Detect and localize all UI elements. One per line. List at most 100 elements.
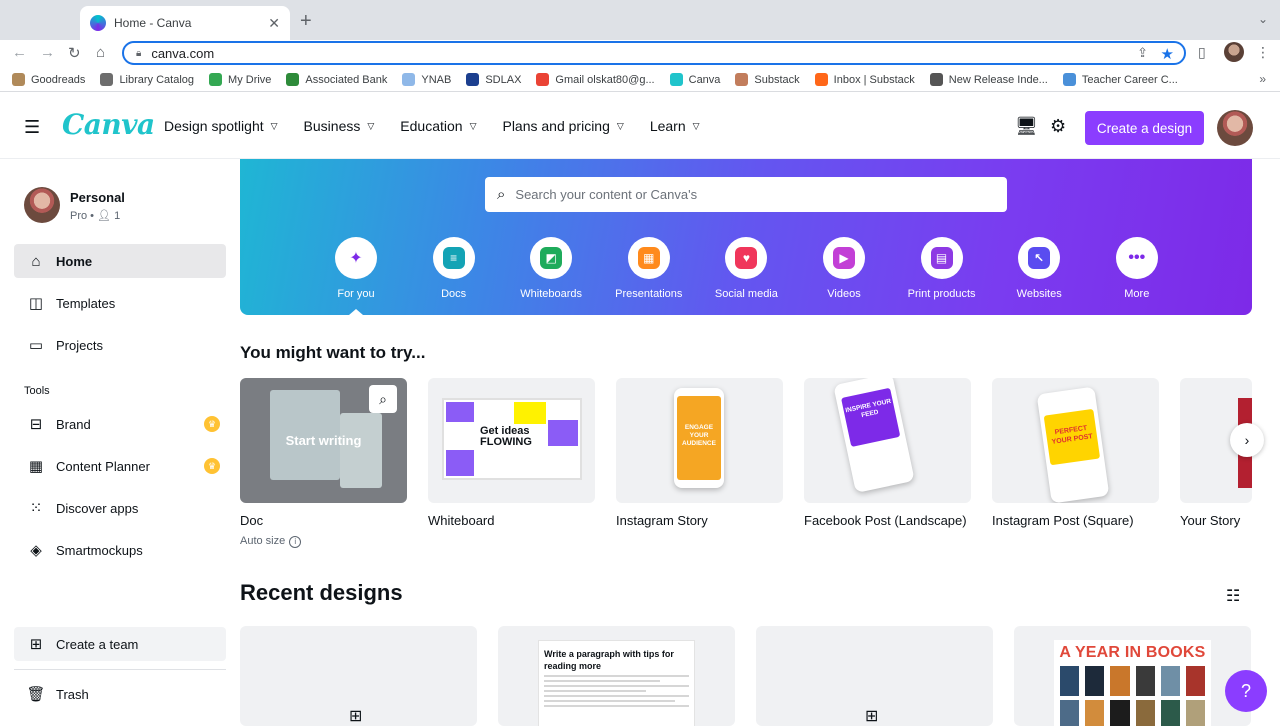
print-products-icon: ▤: [930, 247, 953, 269]
category-videos[interactable]: ▶ Videos: [794, 237, 894, 300]
recent-design-card[interactable]: A YEAR IN BOOKS: [1014, 626, 1251, 726]
bookmark-item[interactable]: My Drive: [209, 73, 271, 86]
nav-item-business[interactable]: Business ▽: [304, 118, 375, 134]
sidebar-item-content-planner[interactable]: ▦ Content Planner ♛: [14, 449, 226, 483]
bookmark-label: Goodreads: [31, 73, 86, 86]
recent-design-card[interactable]: Write a paragraph with tips for reading …: [498, 626, 735, 726]
hamburger-menu-icon[interactable]: ☰: [24, 117, 40, 138]
nav-item-design-spotlight[interactable]: Design spotlight ▽: [164, 118, 278, 134]
bookmark-item[interactable]: Goodreads: [12, 73, 85, 86]
canva-favicon-icon: [90, 15, 106, 31]
tab-search-chevron-icon[interactable]: ⌄: [1258, 12, 1268, 26]
sidebar-item-discover-apps[interactable]: ⁙ Discover apps: [14, 491, 226, 525]
category-circle: •••: [1115, 237, 1158, 279]
bookmark-label: New Release Inde...: [948, 73, 1048, 86]
info-icon[interactable]: i: [289, 536, 302, 548]
search-input[interactable]: [515, 187, 976, 202]
suggestion-card-facebook-post[interactable]: INSPIRE YOUR FEED Facebook Post (Landsca…: [804, 378, 971, 528]
pro-crown-icon: ♛: [204, 458, 220, 474]
browser-tab[interactable]: Home - Canva ✕: [80, 6, 290, 40]
suggestion-card-doc[interactable]: Start writing ⌕ Doc Auto size i: [240, 378, 407, 548]
nav-item-label: Learn: [649, 118, 686, 134]
bookmark-item[interactable]: Teacher Career C...: [1062, 73, 1178, 86]
search-bar[interactable]: ⌕: [485, 177, 1007, 212]
create-team-button[interactable]: ⊞ Create a team: [14, 627, 226, 661]
back-arrow-icon[interactable]: ←: [12, 44, 27, 61]
settings-gear-icon[interactable]: ⚙: [1050, 116, 1066, 137]
search-icon: ⌕: [497, 186, 506, 203]
bookmark-item[interactable]: Associated Bank: [286, 73, 387, 86]
recent-design-card[interactable]: ⊞: [756, 626, 993, 726]
book-cover: [1185, 700, 1206, 726]
sidebar-item-brand[interactable]: ⊟ Brand ♛: [14, 407, 226, 441]
address-bar[interactable]: 🔒︎ canva.com ⇪ ★: [122, 41, 1186, 65]
bookmark-item[interactable]: Canva: [669, 73, 720, 86]
doc-thumbnail[interactable]: Start writing ⌕: [240, 378, 407, 503]
bookmark-item[interactable]: New Release Inde...: [929, 73, 1048, 86]
help-button[interactable]: ?: [1225, 670, 1267, 712]
carousel-next-button[interactable]: ›: [1230, 423, 1264, 457]
sidebar-item-templates[interactable]: ◫ Templates: [14, 286, 226, 320]
category-print-products[interactable]: ▤ Print products: [892, 237, 992, 300]
list-view-icon[interactable]: ☷: [1226, 586, 1240, 606]
side-panel-icon[interactable]: ▯: [1198, 44, 1206, 61]
tools-heading: Tools: [24, 385, 50, 397]
forward-arrow-icon[interactable]: →: [40, 44, 55, 61]
browser-profile-avatar[interactable]: [1224, 42, 1244, 62]
sidebar-item-home[interactable]: ⌂ Home: [14, 244, 226, 278]
share-icon[interactable]: ⇪: [1137, 45, 1148, 61]
sidebar-item-smartmockups[interactable]: ◈ Smartmockups: [14, 533, 226, 567]
suggestion-card-whiteboard[interactable]: Get ideas FLOWING Whiteboard: [428, 378, 595, 528]
bookmark-item[interactable]: Inbox | Substack: [814, 73, 915, 86]
category-whiteboards[interactable]: ◩ Whiteboards: [501, 237, 601, 300]
sidebar-item-trash[interactable]: 🗑︎ Trash: [14, 677, 226, 711]
videos-icon: ▶: [833, 247, 855, 269]
bookmark-star-icon[interactable]: ★: [1161, 45, 1174, 63]
instagram-post-thumbnail[interactable]: PERFECT YOUR POST: [992, 378, 1159, 503]
bookmark-item[interactable]: YNAB: [402, 73, 451, 86]
desktop-app-icon[interactable]: 🖥︎: [1015, 116, 1038, 137]
home-browser-icon[interactable]: ⌂: [96, 44, 105, 61]
book-covers-row: [1054, 700, 1211, 726]
category-social-media[interactable]: ♥ Social media: [696, 237, 796, 300]
whiteboards-icon: ◩: [540, 247, 563, 269]
category-for-you[interactable]: ✦ For you: [306, 237, 406, 300]
category-label: Presentations: [615, 288, 683, 300]
create-design-button[interactable]: Create a design: [1085, 111, 1204, 145]
nav-item-learn[interactable]: Learn ▽: [650, 118, 700, 134]
reload-icon[interactable]: ↻: [68, 44, 81, 62]
book-cover: [1185, 666, 1206, 696]
facebook-post-thumbnail[interactable]: INSPIRE YOUR FEED: [804, 378, 971, 503]
close-tab-icon[interactable]: ✕: [268, 15, 280, 32]
bookmark-item[interactable]: Library Catalog: [100, 73, 194, 86]
bookmark-item[interactable]: SDLAX: [466, 73, 521, 86]
bookmark-item[interactable]: Substack: [735, 73, 800, 86]
new-tab-button[interactable]: +: [300, 10, 312, 33]
browser-menu-icon[interactable]: ⋮: [1256, 44, 1270, 61]
chevron-down-icon: ▽: [616, 120, 624, 131]
recent-design-card[interactable]: ⊞: [240, 626, 477, 726]
sidebar-divider: [14, 669, 226, 670]
suggestion-card-instagram-story[interactable]: ENGAGE YOUR AUDIENCE Instagram Story: [616, 378, 783, 528]
sidebar-item-projects[interactable]: ▭ Projects: [14, 328, 226, 362]
nav-item-plans-and-pricing[interactable]: Plans and pricing ▽: [502, 118, 623, 134]
category-presentations[interactable]: ▦ Presentations: [599, 237, 699, 300]
instagram-story-thumbnail[interactable]: ENGAGE YOUR AUDIENCE: [616, 378, 783, 503]
more-bookmarks-icon[interactable]: »: [1259, 72, 1266, 86]
user-avatar[interactable]: [1217, 110, 1253, 146]
bookmark-item[interactable]: Gmail olskat80@g...: [536, 73, 655, 86]
story-preview-text: ENGAGE YOUR AUDIENCE: [677, 396, 721, 480]
suggestion-subtitle: Auto size i: [240, 535, 407, 548]
bookmark-favicon-icon: [100, 73, 114, 86]
canva-logo[interactable]: Canva: [62, 108, 155, 141]
account-name[interactable]: Personal: [70, 190, 125, 205]
category-websites[interactable]: ↖ Websites: [989, 237, 1089, 300]
account-avatar[interactable]: [24, 187, 60, 223]
whiteboard-thumbnail[interactable]: Get ideas FLOWING: [428, 378, 595, 503]
suggestion-card-instagram-post[interactable]: PERFECT YOUR POST Instagram Post (Square…: [992, 378, 1159, 528]
nav-item-education[interactable]: Education ▽: [400, 118, 476, 134]
category-more[interactable]: ••• More: [1087, 237, 1187, 300]
search-icon[interactable]: ⌕: [369, 385, 397, 413]
category-docs[interactable]: ≡ Docs: [404, 237, 504, 300]
suggestion-title: Facebook Post (Landscape): [804, 513, 967, 528]
